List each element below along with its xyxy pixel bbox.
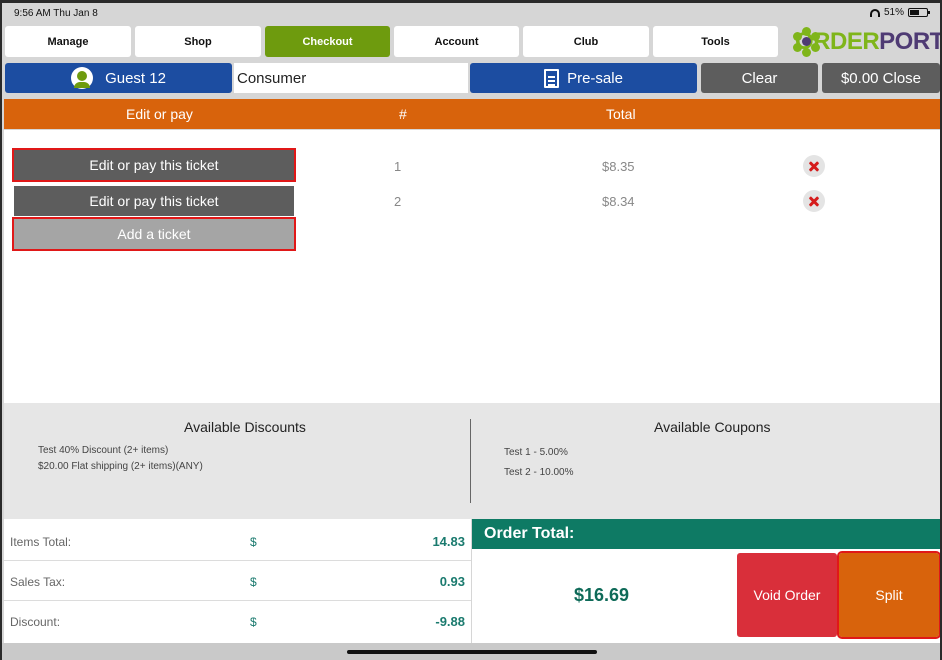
summary-row-discount: Discount: $ -9.88 [10,614,465,629]
clear-button[interactable]: Clear [701,63,818,93]
ticket-1-number: 1 [394,159,402,174]
customer-type: Consumer [234,63,468,93]
panel-divider [470,419,471,503]
order-summary: Items Total: $ 14.83 Sales Tax: $ 0.93 D… [4,519,471,643]
summary-row-items-total: Items Total: $ 14.83 [4,521,471,561]
discounts-coupons-panel: Available Discounts Test 40% Discount (2… [4,403,940,519]
tickets-table-header: Edit or pay # Total [4,99,940,129]
split-button[interactable]: Split [837,551,940,639]
coupons-title: Available Coupons [654,419,771,435]
battery-icon [908,8,930,17]
summary-row-sales-tax: Sales Tax: $ 0.93 [4,561,471,601]
header-number: # [399,106,407,122]
guest-label: Guest 12 [105,69,166,87]
user-avatar-icon [71,67,94,89]
close-button[interactable]: $0.00 Close [822,63,940,93]
wifi-icon [869,8,880,17]
order-total-header: Order Total: [472,519,940,549]
tab-checkout[interactable]: Checkout [265,26,390,57]
void-order-button[interactable]: Void Order [737,553,837,637]
coupon-item[interactable]: Test 1 - 5.00% [504,447,568,458]
document-icon [544,68,560,88]
battery-percent: 51% [883,7,904,18]
edit-ticket-2-button[interactable]: Edit or pay this ticket [14,186,294,216]
guest-button[interactable]: Guest 12 [5,63,232,93]
status-bar: 9:56 AM Thu Jan 8 51% [2,3,940,23]
discounts-title: Available Discounts [184,419,306,435]
order-total-amount: $16.69 [574,585,630,605]
status-time: 9:56 AM Thu Jan 8 [14,8,98,19]
app-screen: 9:56 AM Thu Jan 8 51% Manage Shop Checko… [2,3,940,660]
tab-account[interactable]: Account [394,26,519,57]
edit-ticket-1-button[interactable]: Edit or pay this ticket [12,148,296,182]
tab-tools[interactable]: Tools [653,26,778,57]
delete-ticket-2-icon[interactable] [803,190,825,212]
order-total-area: $16.69 Void Order Split [472,549,940,643]
ticket-1-total: $8.35 [602,159,635,174]
ticket-2-number: 2 [394,194,402,209]
discount-item[interactable]: $20.00 Flat shipping (2+ items)(ANY) [38,461,203,472]
header-edit-or-pay: Edit or pay [126,106,193,122]
status-right: 51% [869,7,930,18]
header-total: Total [606,106,636,122]
ticket-2-total: $8.34 [602,194,635,209]
home-indicator-area [2,643,940,660]
discount-item[interactable]: Test 40% Discount (2+ items) [38,445,168,456]
home-indicator[interactable] [347,650,597,654]
tab-shop[interactable]: Shop [135,26,261,57]
tab-club[interactable]: Club [523,26,649,57]
orderport-logo: ORDERPORT [792,25,940,59]
coupon-item[interactable]: Test 2 - 10.00% [504,467,573,478]
tab-manage[interactable]: Manage [5,26,131,57]
tickets-table: Edit or pay this ticket 1 $8.35 Edit or … [4,130,940,403]
presale-label: Pre-sale [567,69,623,87]
add-ticket-button[interactable]: Add a ticket [12,217,296,251]
presale-button[interactable]: Pre-sale [470,63,697,93]
delete-ticket-1-icon[interactable] [803,155,825,177]
